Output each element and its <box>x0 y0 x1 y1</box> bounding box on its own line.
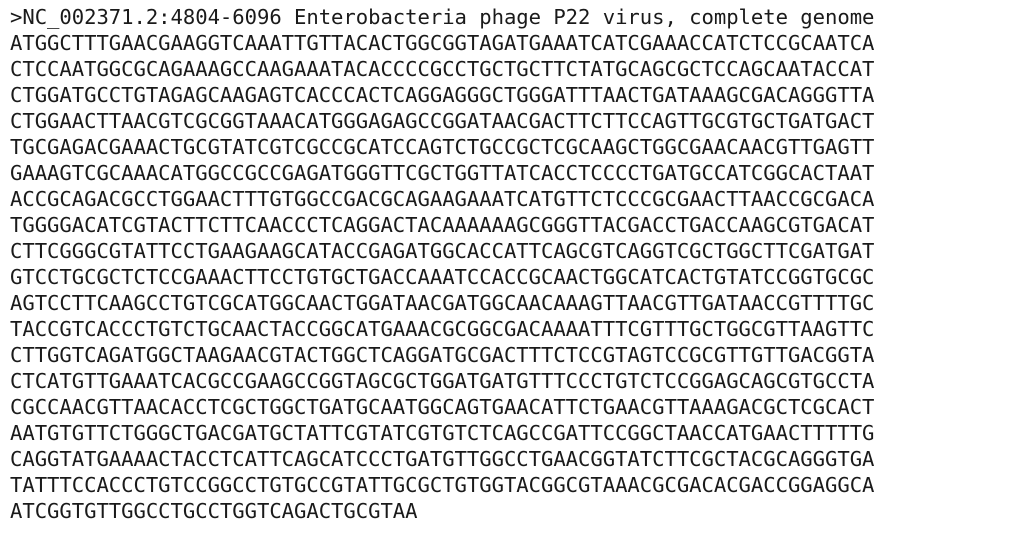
fasta-header-line: >NC_002371.2:4804-6096 Enterobacteria ph… <box>10 5 875 29</box>
sequence-line-2: CTCCAATGGCGCAGAAAGCCAAGAAATACACCCCGCCTGC… <box>10 57 875 81</box>
sequence-line-16: AATGTGTTCTGGGCTGACGATGCTATTCGTATCGTGTCTC… <box>10 421 875 445</box>
fasta-text-view: >NC_002371.2:4804-6096 Enterobacteria ph… <box>10 4 874 524</box>
sequence-line-7: ACCGCAGACGCCTGGAACTTTGTGGCCGACGCAGAAGAAA… <box>10 187 875 211</box>
sequence-line-13: CTTGGTCAGATGGCTAAGAACGTACTGGCTCAGGATGCGA… <box>10 343 875 367</box>
sequence-line-15: CGCCAACGTTAACACCTCGCTGGCTGATGCAATGGCAGTG… <box>10 395 875 419</box>
sequence-line-17: CAGGTATGAAAACTACCTCATTCAGCATCCCTGATGTTGG… <box>10 447 875 471</box>
sequence-line-4: CTGGAACTTAACGTCGCGGTAAACATGGGAGAGCCGGATA… <box>10 109 875 133</box>
sequence-line-12: TACCGTCACCCTGTCTGCAACTACCGGCATGAAACGCGGC… <box>10 317 875 341</box>
sequence-line-18: TATTTCCACCCTGTCCGGCCTGTGCCGTATTGCGCTGTGG… <box>10 473 875 497</box>
sequence-line-6: GAAAGTCGCAAACATGGCCGCCGAGATGGGTTCGCTGGTT… <box>10 161 875 185</box>
sequence-line-8: TGGGGACATCGTACTTCTTCAACCCTCAGGACTACAAAAA… <box>10 213 875 237</box>
sequence-line-11: AGTCCTTCAAGCCTGTCGCATGGCAACTGGATAACGATGG… <box>10 291 875 315</box>
sequence-line-10: GTCCTGCGCTCTCCGAAACTTCCTGTGCTGACCAAATCCA… <box>10 265 875 289</box>
sequence-line-9: CTTCGGGCGTATTCCTGAAGAAGCATACCGAGATGGCACC… <box>10 239 875 263</box>
sequence-line-14: CTCATGTTGAAATCACGCCGAAGCCGGTAGCGCTGGATGA… <box>10 369 875 393</box>
sequence-line-19: ATCGGTGTTGGCCTGCCTGGTCAGACTGCGTAA <box>10 499 418 523</box>
sequence-line-5: TGCGAGACGAAACTGCGTATCGTCGCCGCATCCAGTCTGC… <box>10 135 875 159</box>
sequence-line-1: ATGGCTTTGAACGAAGGTCAAATTGTTACACTGGCGGTAG… <box>10 31 875 55</box>
sequence-line-3: CTGGATGCCTGTAGAGCAAGAGTCACCCACTCAGGAGGGC… <box>10 83 875 107</box>
